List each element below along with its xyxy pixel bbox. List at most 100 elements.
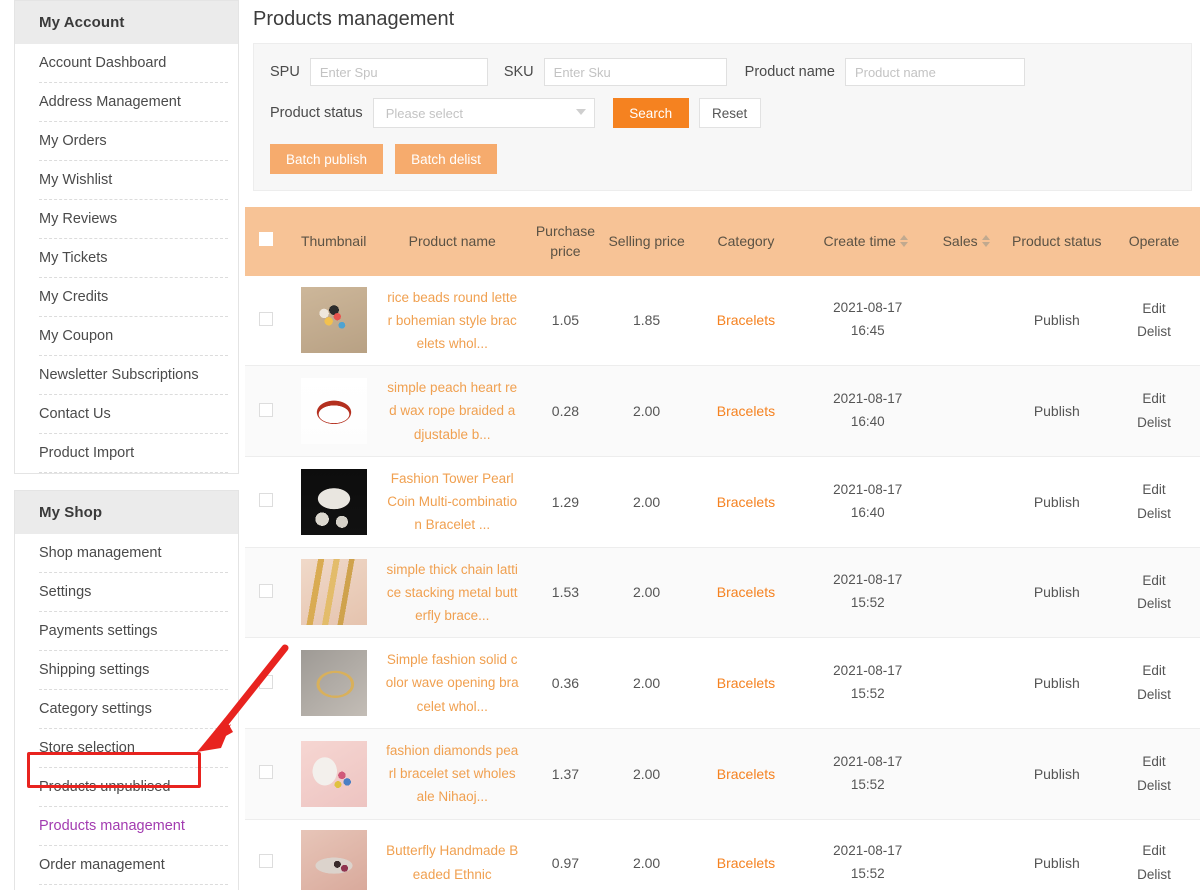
create-hour: 16:40 [850, 414, 885, 430]
sidebar-item-payments-settings[interactable]: Payments settings [39, 612, 228, 651]
delist-link[interactable]: Delist [1110, 411, 1198, 435]
search-button[interactable]: Search [612, 98, 689, 128]
search-filter-panel: SPU SKU Product name Product status Plea… [253, 43, 1192, 191]
row-sales [930, 275, 1006, 367]
delist-link[interactable]: Delist [1110, 320, 1198, 344]
sidebar-item-my-orders[interactable]: My Orders [39, 122, 228, 161]
category-link[interactable]: Bracelets [717, 855, 775, 871]
edit-link[interactable]: Edit [1110, 387, 1198, 411]
sidebar-item-product-import[interactable]: Product Import [39, 434, 228, 473]
product-thumbnail-image [300, 378, 367, 445]
row-checkbox[interactable] [259, 674, 274, 689]
category-link[interactable]: Bracelets [717, 312, 775, 328]
row-category-cell: Bracelets [687, 547, 805, 639]
sidebar-item-products-unpublised[interactable]: Products unpublised [39, 768, 228, 807]
row-checkbox[interactable] [259, 311, 274, 326]
sidebar-item-account-dashboard[interactable]: Account Dashboard [39, 44, 228, 83]
edit-link[interactable]: Edit [1110, 297, 1198, 321]
product-name-link[interactable]: simple thick chain lattice stacking meta… [382, 558, 523, 628]
row-checkbox[interactable] [259, 493, 274, 508]
sidebar-item-my-credits[interactable]: My Credits [39, 278, 228, 317]
category-link[interactable]: Bracelets [717, 766, 775, 782]
product-thumbnail-image [300, 468, 367, 535]
edit-link[interactable]: Edit [1110, 569, 1198, 593]
product-status-select-wrap: Please select [372, 98, 595, 128]
row-operate-cell: Edit Delist [1108, 819, 1200, 890]
category-link[interactable]: Bracelets [717, 494, 775, 510]
product-name-link[interactable]: Fashion Tower Pearl Coin Multi-combinati… [382, 467, 523, 537]
row-operate-cell: Edit Delist [1108, 637, 1200, 729]
sort-sales-icon[interactable] [981, 235, 990, 248]
sidebar-item-my-tickets[interactable]: My Tickets [39, 239, 228, 278]
product-name-link[interactable]: fashion diamonds pearl bracelet set whol… [382, 739, 523, 809]
create-hour: 15:52 [850, 595, 885, 611]
products-table: Thumbnail Product name Purchase price Se… [245, 207, 1200, 890]
row-selling-price: 1.85 [606, 275, 688, 367]
sidebar-group-title-my-shop: My Shop [15, 491, 238, 534]
row-sales [930, 365, 1006, 457]
products-table-body: rice beads round letter bohemian style b… [245, 275, 1200, 890]
sidebar-item-shipping-settings[interactable]: Shipping settings [39, 651, 228, 690]
product-name-link[interactable]: Butterfly Handmade Beaded Ethnic [382, 839, 523, 885]
header-sales[interactable]: Sales [930, 207, 1006, 276]
header-thumbnail: Thumbnail [287, 207, 380, 276]
row-checkbox[interactable] [259, 854, 274, 869]
delist-link[interactable]: Delist [1110, 863, 1198, 887]
sidebar-item-store-selection[interactable]: Store selection [39, 729, 228, 768]
row-sales [930, 728, 1006, 820]
product-thumbnail-image [300, 287, 367, 354]
edit-link[interactable]: Edit [1110, 750, 1198, 774]
product-status-select[interactable]: Please select [372, 98, 595, 128]
edit-link[interactable]: Edit [1110, 659, 1198, 683]
row-checkbox[interactable] [259, 402, 274, 417]
row-thumbnail-cell [287, 547, 380, 639]
sidebar-item-order-management[interactable]: Order management [39, 846, 228, 885]
row-product-name-cell: simple thick chain lattice stacking meta… [379, 547, 525, 639]
delist-link[interactable]: Delist [1110, 683, 1198, 707]
product-name-link[interactable]: simple peach heart red wax rope braided … [382, 376, 523, 446]
row-category-cell: Bracelets [687, 637, 805, 729]
sort-create-time-icon[interactable] [899, 235, 908, 248]
row-selling-price: 2.00 [606, 547, 688, 639]
spu-input[interactable] [309, 58, 488, 86]
sidebar-item-settings[interactable]: Settings [39, 573, 228, 612]
category-link[interactable]: Bracelets [717, 584, 775, 600]
sku-input[interactable] [543, 58, 727, 86]
product-name-input[interactable] [844, 58, 1025, 86]
sidebar-item-my-wishlist[interactable]: My Wishlist [39, 161, 228, 200]
category-link[interactable]: Bracelets [717, 403, 775, 419]
sidebar-item-my-coupon[interactable]: My Coupon [39, 317, 228, 356]
delist-link[interactable]: Delist [1110, 592, 1198, 616]
sidebar-item-address-management[interactable]: Address Management [39, 83, 228, 122]
sidebar-item-products-management[interactable]: Products management [39, 807, 228, 846]
row-checkbox[interactable] [259, 765, 274, 780]
row-category-cell: Bracelets [687, 365, 805, 457]
edit-link[interactable]: Edit [1110, 478, 1198, 502]
header-category: Category [687, 207, 805, 276]
product-name-link[interactable]: rice beads round letter bohemian style b… [382, 286, 523, 356]
row-purchase-price: 1.53 [524, 547, 607, 639]
reset-button[interactable]: Reset [698, 98, 761, 128]
row-select-cell [245, 365, 288, 457]
sidebar-item-cms[interactable]: CMS [39, 885, 228, 890]
batch-publish-button[interactable]: Batch publish [270, 144, 384, 174]
row-operate-cell: Edit Delist [1108, 275, 1200, 367]
sidebar-item-category-settings[interactable]: Category settings [39, 690, 228, 729]
delist-link[interactable]: Delist [1110, 502, 1198, 526]
edit-link[interactable]: Edit [1110, 839, 1198, 863]
row-selling-price: 2.00 [606, 637, 688, 729]
table-row: fashion diamonds pearl bracelet set whol… [245, 728, 1200, 820]
category-link[interactable]: Bracelets [717, 675, 775, 691]
sidebar-item-shop-management[interactable]: Shop management [39, 534, 228, 573]
delist-link[interactable]: Delist [1110, 774, 1198, 798]
header-create-time[interactable]: Create time [804, 207, 931, 276]
header-purchase-price: Purchase price [524, 207, 607, 276]
batch-delist-button[interactable]: Batch delist [395, 144, 497, 174]
sidebar-item-newsletter-subscriptions[interactable]: Newsletter Subscriptions [39, 356, 228, 395]
row-checkbox[interactable] [259, 583, 274, 598]
select-all-checkbox[interactable] [259, 232, 274, 247]
product-name-link[interactable]: Simple fashion solid color wave opening … [382, 648, 523, 718]
sidebar-item-contact-us[interactable]: Contact Us [39, 395, 228, 434]
sidebar-item-my-reviews[interactable]: My Reviews [39, 200, 228, 239]
sidebar-group-my-shop: My Shop Shop management Settings Payments … [14, 490, 239, 890]
